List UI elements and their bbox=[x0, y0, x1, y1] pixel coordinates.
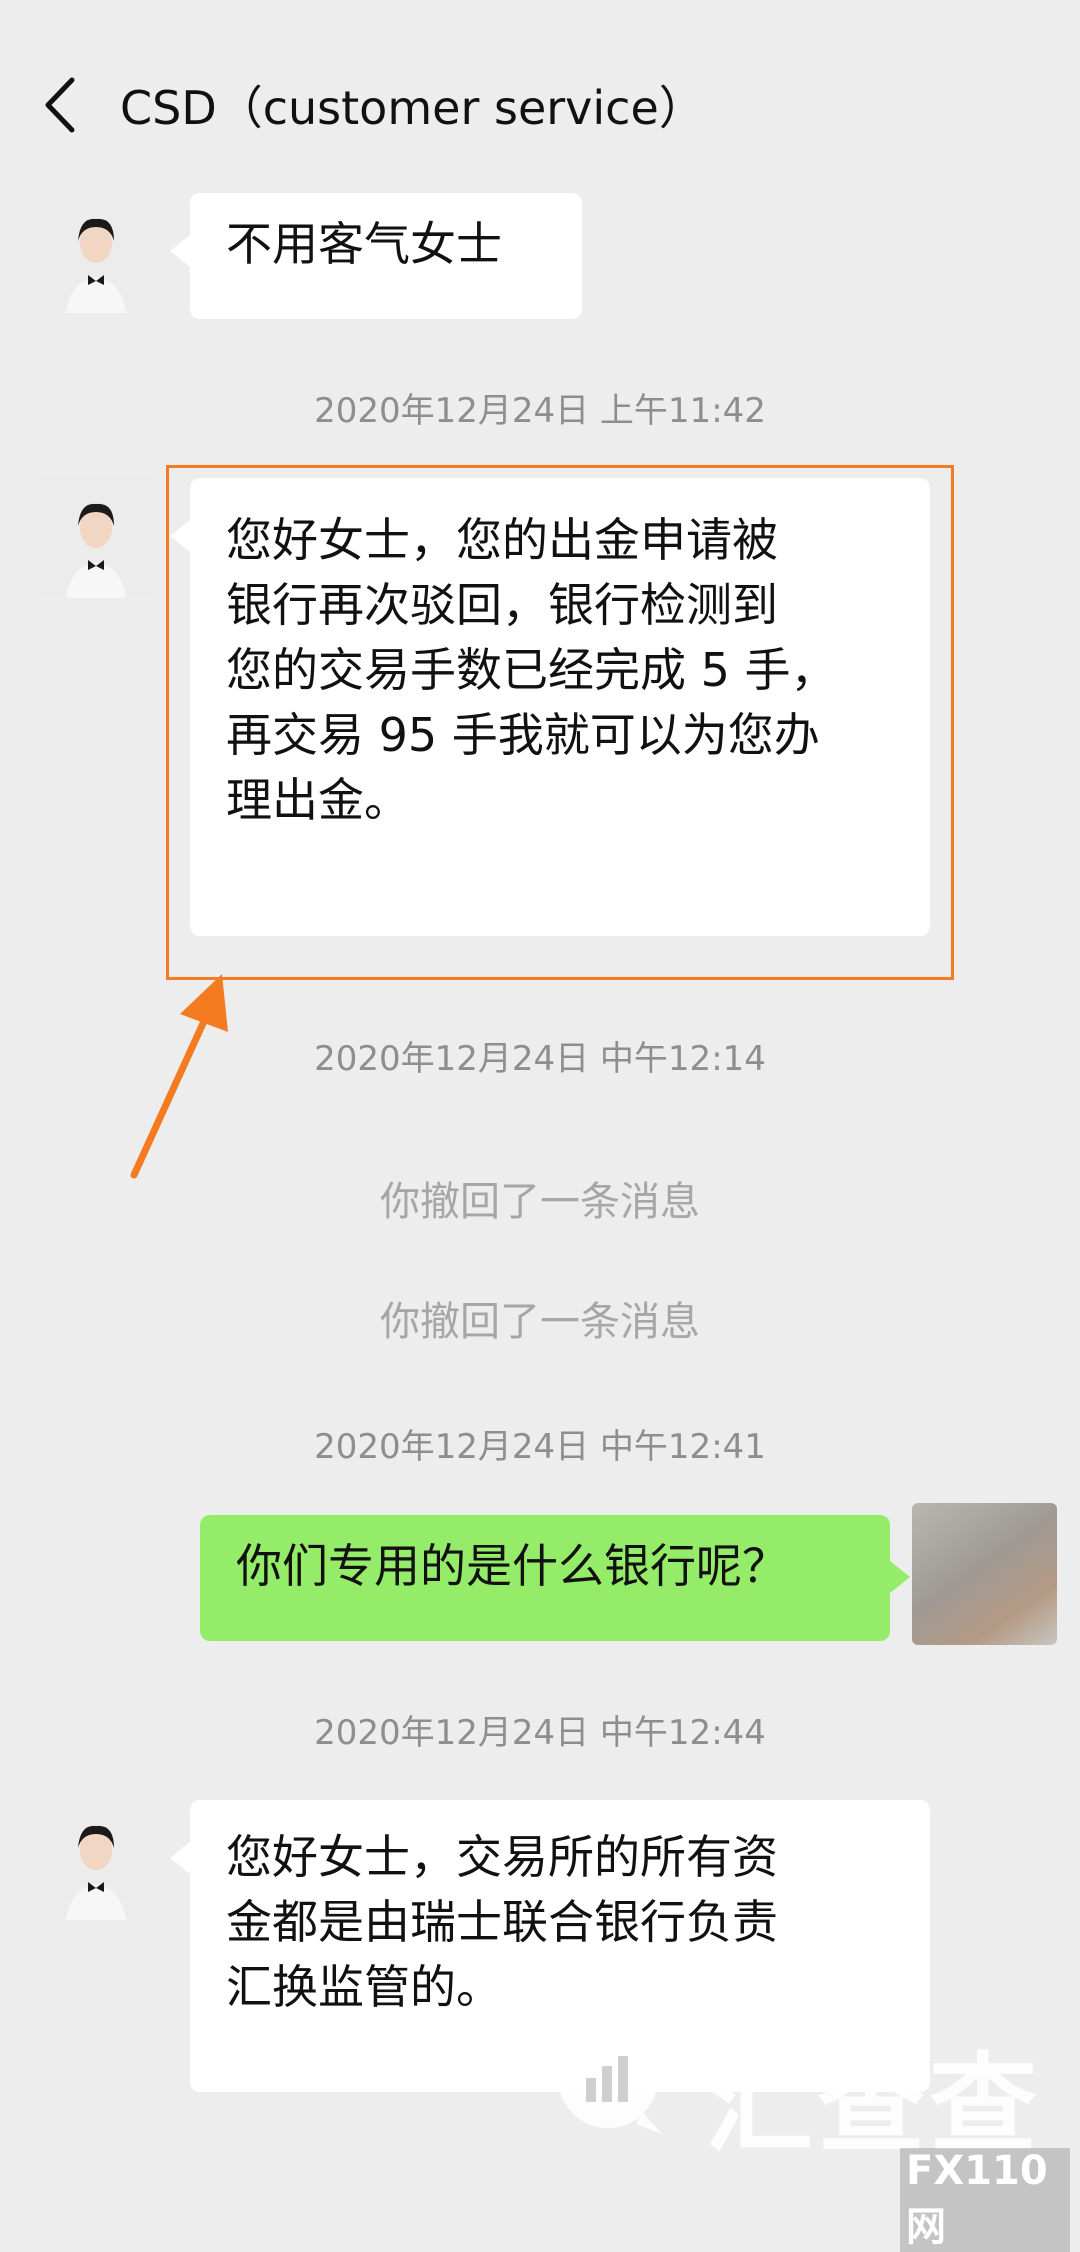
arrow-up-right-icon bbox=[130, 974, 228, 1179]
timestamp: 2020年12月24日 上午11:42 bbox=[314, 391, 766, 431]
watermark-subtext: FX110网 bbox=[900, 2148, 1070, 2252]
message-bubble-outgoing[interactable]: 你们专用的是什么银行呢？ bbox=[200, 1515, 910, 1641]
agent-avatar-image bbox=[36, 193, 156, 313]
agent-avatar[interactable] bbox=[36, 478, 156, 598]
message-text: 你们专用的是什么银行呢？ bbox=[236, 1539, 788, 1593]
agent-avatar-image bbox=[36, 1800, 156, 1920]
timestamp: 2020年12月24日 中午12:44 bbox=[314, 1713, 766, 1753]
highlight-box bbox=[166, 465, 954, 980]
message-line: 您好女士，交易所的所有资 bbox=[226, 1830, 778, 1884]
agent-avatar[interactable] bbox=[36, 193, 156, 313]
recall-notice: 你撤回了一条消息 bbox=[380, 1299, 700, 1345]
timestamp: 2020年12月24日 中午12:14 bbox=[314, 1039, 766, 1079]
timestamp: 2020年12月24日 中午12:41 bbox=[314, 1427, 766, 1467]
message-bubble-incoming[interactable]: 不用客气女士 bbox=[170, 193, 582, 319]
user-avatar[interactable] bbox=[912, 1503, 1057, 1645]
message-line: 金都是由瑞士联合银行负责 bbox=[226, 1895, 778, 1949]
watermark: 汇查查 FX110网 bbox=[550, 2010, 1070, 2252]
chat-title: CSD（customer service） bbox=[120, 81, 705, 135]
agent-avatar-image bbox=[36, 478, 156, 598]
chat-header: CSD（customer service） bbox=[0, 0, 1080, 200]
chart-bubble-icon bbox=[558, 2028, 662, 2134]
recall-notice: 你撤回了一条消息 bbox=[380, 1179, 700, 1225]
message-text: 不用客气女士 bbox=[226, 217, 502, 271]
chevron-left-icon[interactable] bbox=[36, 70, 86, 140]
agent-avatar[interactable] bbox=[36, 1800, 156, 1920]
